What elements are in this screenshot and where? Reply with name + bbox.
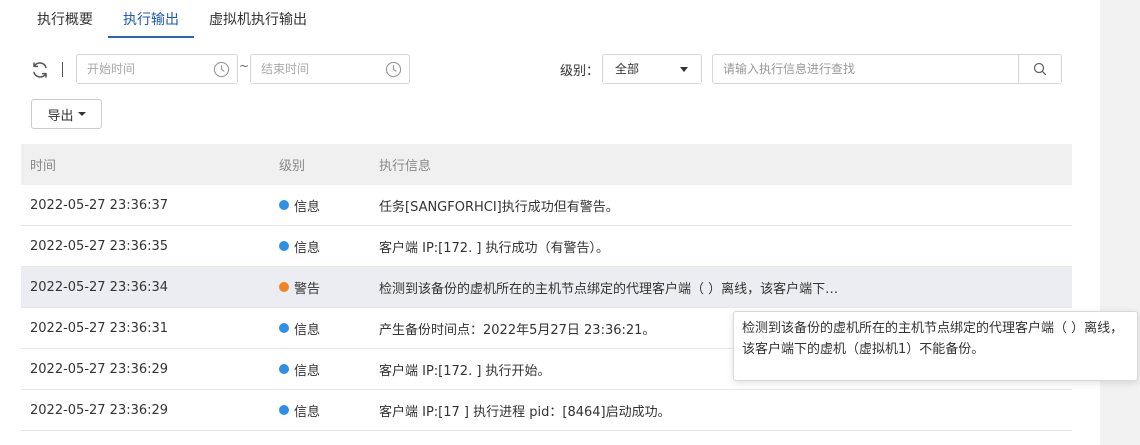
row-level: 信息	[271, 319, 371, 338]
info-status-dot	[279, 364, 289, 374]
row-time: 2022-05-27 23:36:34	[30, 279, 169, 295]
row-message: 客户端 IP:[17 ] 执行进程 pid：[8464]启动成功。	[379, 404, 671, 420]
tab-bar: 执行概要 执行输出 虚拟机执行输出	[22, 0, 1082, 38]
clock-icon	[213, 61, 230, 78]
row-level: 信息	[271, 401, 371, 420]
row-message: 检测到该备份的虚机所在的主机节点绑定的代理客户端（ ）离线，该客户端下…	[379, 281, 839, 297]
column-header-time: 时间	[30, 159, 57, 174]
info-status-dot	[279, 241, 289, 251]
info-status-dot	[279, 405, 289, 415]
search-button[interactable]	[1018, 55, 1061, 83]
start-time-picker[interactable]	[76, 54, 238, 84]
filter-toolbar: ~ 级别： 全部	[0, 54, 1100, 86]
export-button[interactable]: 导出	[31, 99, 102, 129]
row-level: 警告	[271, 278, 371, 297]
level-filter-label: 级别：	[560, 64, 600, 79]
row-time: 2022-05-27 23:36:37	[30, 197, 169, 213]
date-range-separator: ~	[239, 59, 250, 73]
clock-icon	[385, 61, 402, 78]
table-row[interactable]: 2022-05-27 23:36:29 信息 客户端 IP:[17 ] 执行进程…	[21, 390, 1072, 431]
row-time: 2022-05-27 23:36:29	[30, 361, 169, 377]
tab-execution-output[interactable]: 执行输出	[108, 0, 194, 38]
level-filter-value: 全部	[615, 62, 640, 76]
execution-output-table: 时间 级别 执行信息 2022-05-27 23:36:37 信息 任务[SAN…	[21, 144, 1072, 431]
row-level-label: 信息	[294, 363, 321, 379]
row-level: 信息	[271, 196, 371, 215]
search-input[interactable]	[713, 55, 1018, 83]
message-tooltip: 检测到该备份的虚机所在的主机节点绑定的代理客户端（ ）离线，该客户端下的虚机（虚…	[733, 311, 1138, 381]
caret-down-icon	[680, 67, 688, 72]
search-box	[712, 54, 1062, 84]
row-level-label: 警告	[294, 281, 321, 297]
warning-status-dot	[279, 282, 289, 292]
row-level-label: 信息	[294, 240, 321, 256]
toolbar-divider	[62, 62, 63, 77]
info-status-dot	[279, 200, 289, 210]
table-row[interactable]: 2022-05-27 23:36:34 警告 检测到该备份的虚机所在的主机节点绑…	[21, 267, 1072, 308]
tab-execution-summary[interactable]: 执行概要	[22, 0, 108, 38]
column-header-level: 级别	[279, 159, 306, 174]
row-message: 客户端 IP:[172. ] 执行成功（有警告）。	[379, 240, 610, 256]
export-button-label: 导出	[47, 108, 74, 124]
row-time: 2022-05-27 23:36:29	[30, 402, 169, 418]
refresh-icon[interactable]	[30, 60, 50, 80]
row-time: 2022-05-27 23:36:31	[30, 320, 169, 336]
row-level-label: 信息	[294, 322, 321, 338]
row-level: 信息	[271, 360, 371, 379]
table-row[interactable]: 2022-05-27 23:36:37 信息 任务[SANGFORHCI]执行成…	[21, 185, 1072, 226]
caret-down-icon	[77, 112, 86, 116]
column-header-message: 执行信息	[379, 159, 432, 174]
level-filter-select[interactable]: 全部	[602, 54, 702, 84]
row-time: 2022-05-27 23:36:35	[30, 238, 169, 254]
info-status-dot	[279, 323, 289, 333]
end-time-picker[interactable]	[250, 54, 410, 84]
row-message: 任务[SANGFORHCI]执行成功但有警告。	[379, 199, 619, 215]
row-level: 信息	[271, 237, 371, 256]
search-icon	[1033, 62, 1047, 76]
row-level-label: 信息	[294, 404, 321, 420]
table-header: 时间 级别 执行信息	[21, 144, 1072, 185]
row-level-label: 信息	[294, 199, 321, 215]
tab-vm-execution-output[interactable]: 虚拟机执行输出	[194, 0, 322, 38]
table-row[interactable]: 2022-05-27 23:36:35 信息 客户端 IP:[172. ] 执行…	[21, 226, 1072, 267]
